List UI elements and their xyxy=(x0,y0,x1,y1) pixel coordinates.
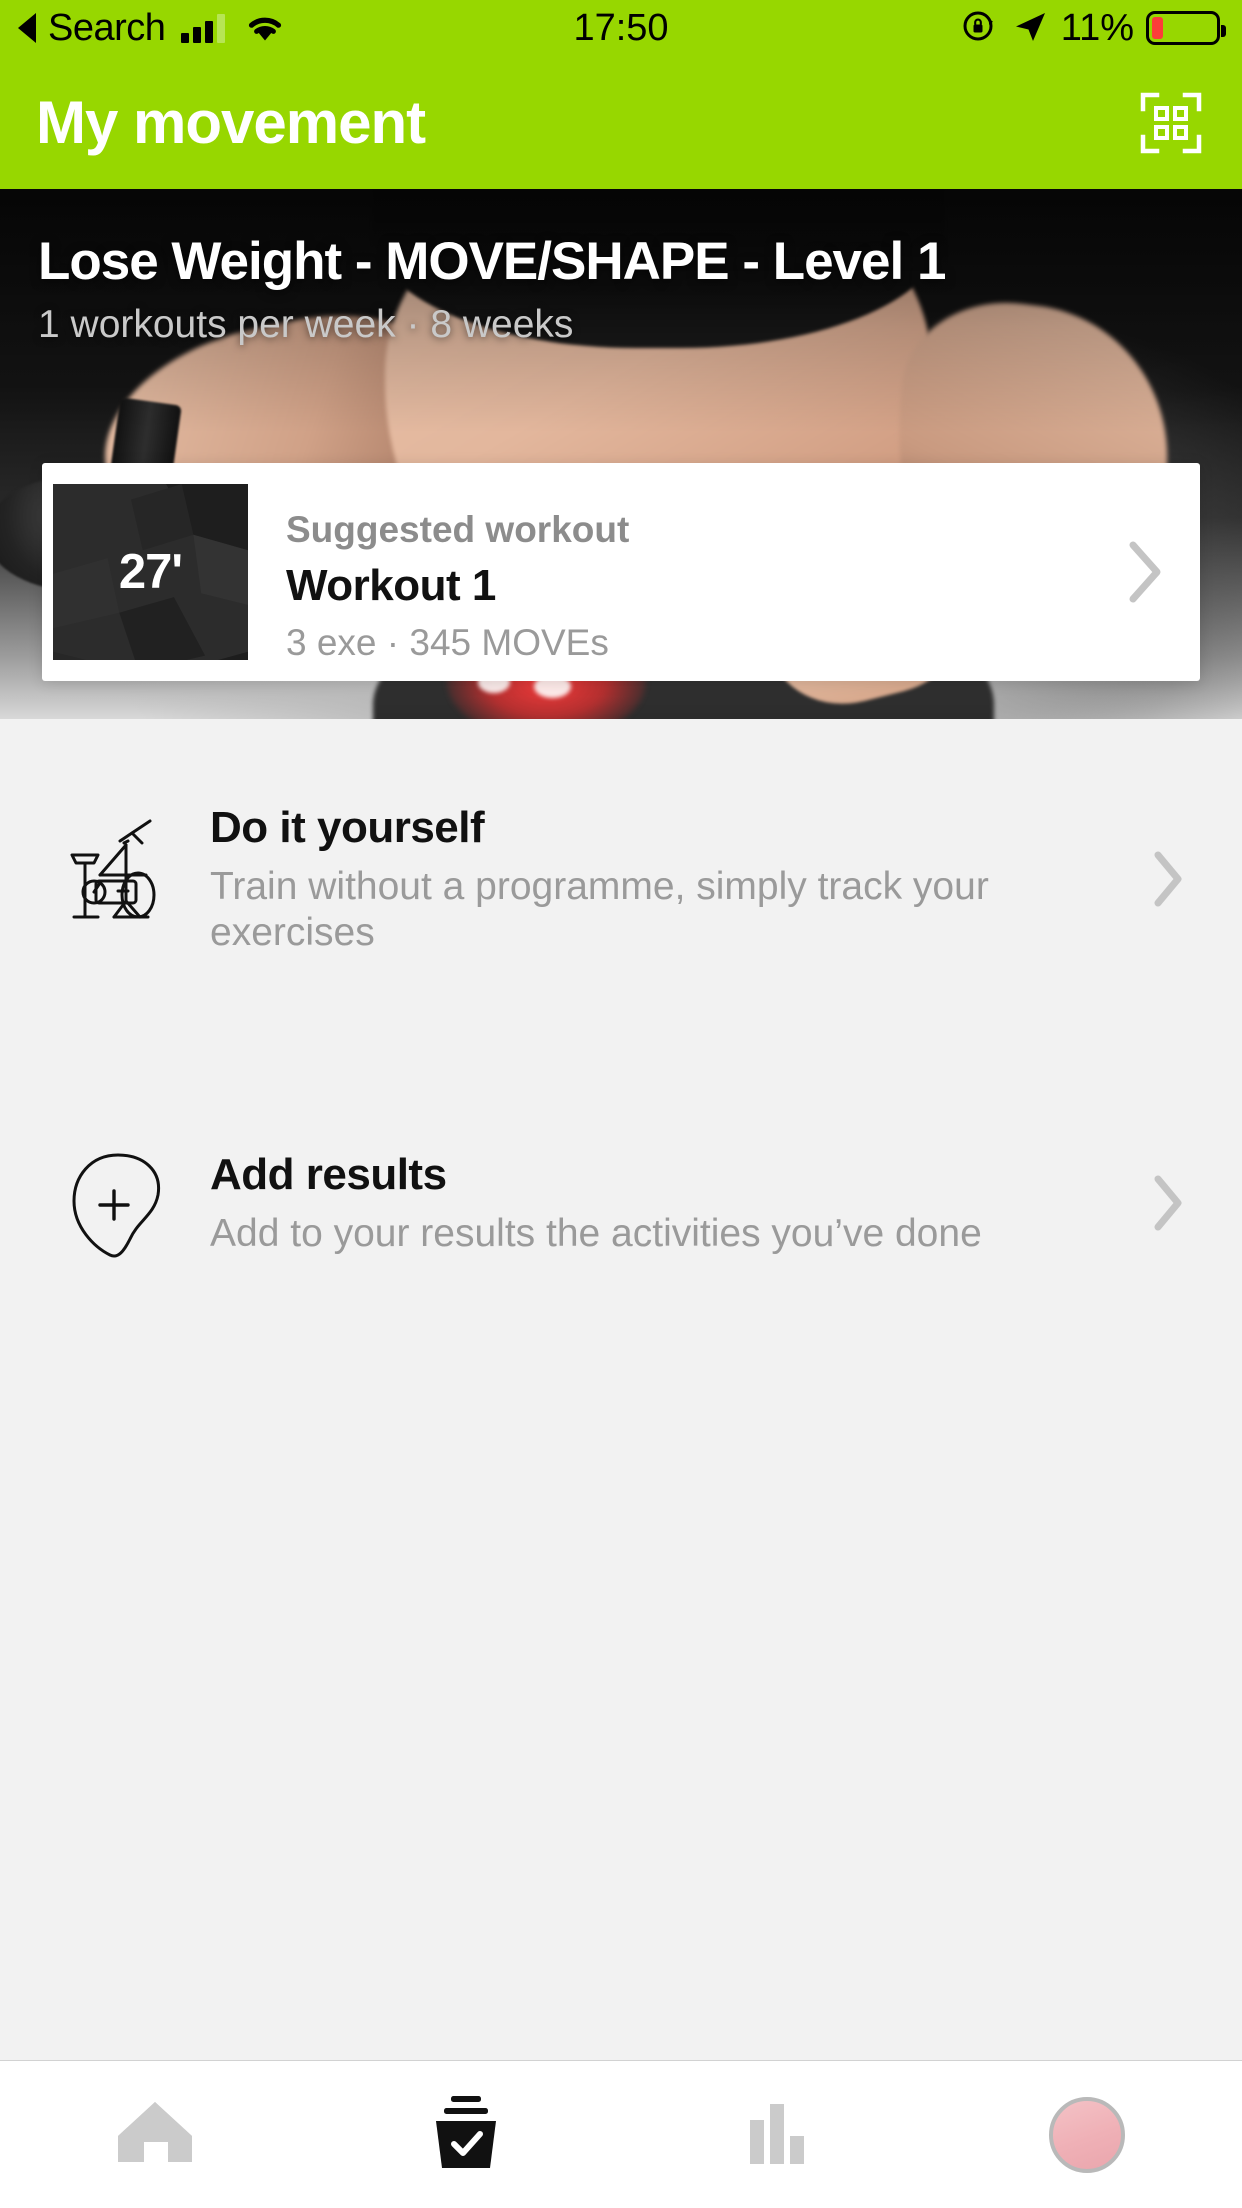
workout-thumbnail: 27' xyxy=(53,484,248,660)
bar-chart-icon xyxy=(736,2096,816,2173)
cellular-signal-icon xyxy=(181,13,226,43)
suggested-card-body: Suggested workout Workout 1 3 exe · 345 … xyxy=(248,463,1090,681)
location-arrow-icon xyxy=(1011,7,1049,50)
rotation-lock-icon xyxy=(959,6,999,51)
workout-duration: 27' xyxy=(118,545,183,599)
exercise-bike-icon xyxy=(60,819,210,939)
battery-percent-label: 11% xyxy=(1060,6,1134,49)
suggested-card-meta: 3 exe · 345 MOVEs xyxy=(286,621,609,663)
tab-workouts[interactable] xyxy=(311,2061,622,2208)
row-title: Do it yourself xyxy=(210,803,485,853)
action-rows: Do it yourself Train without a programme… xyxy=(0,779,1242,1303)
row-add-results[interactable]: Add results Add to your results the acti… xyxy=(0,1103,1242,1303)
bottom-tab-bar xyxy=(0,2060,1242,2208)
content-area: 27' Suggested workout Workout 1 3 exe · … xyxy=(0,463,1242,2060)
chevron-right-icon[interactable] xyxy=(1090,463,1200,681)
tab-statistics[interactable] xyxy=(621,2061,932,2208)
add-pin-icon xyxy=(60,1143,210,1263)
suggested-workout-card[interactable]: 27' Suggested workout Workout 1 3 exe · … xyxy=(42,463,1200,681)
status-bar-left: Search xyxy=(18,9,285,47)
suggested-card-kicker: Suggested workout xyxy=(286,509,630,551)
row-title: Add results xyxy=(210,1150,447,1200)
workout-basket-check-icon xyxy=(424,2092,508,2177)
qr-scan-icon[interactable] xyxy=(1140,92,1202,154)
app-screen: Search 17:50 11% My movement Lose Weight… xyxy=(0,0,1242,2208)
back-triangle-icon[interactable] xyxy=(18,13,36,43)
chevron-right-icon[interactable] xyxy=(1138,1173,1198,1233)
tab-profile[interactable] xyxy=(932,2061,1242,2208)
row-do-it-yourself[interactable]: Do it yourself Train without a programme… xyxy=(0,779,1242,979)
chevron-right-icon[interactable] xyxy=(1138,849,1198,909)
hero-text-block: Lose Weight - MOVE/SHAPE - Level 1 1 wor… xyxy=(38,232,1152,347)
row-description: Add to your results the activities you’v… xyxy=(210,1211,982,1255)
suggested-card-title: Workout 1 xyxy=(286,560,496,610)
row-description: Train without a programme, simply track … xyxy=(210,864,989,954)
profile-avatar-icon xyxy=(1048,2096,1125,2173)
hero-subtitle: 1 workouts per week · 8 weeks xyxy=(38,303,574,347)
row-text-block: Do it yourself Train without a programme… xyxy=(210,802,1138,956)
battery-low-icon xyxy=(1146,11,1226,45)
row-text-block: Add results Add to your results the acti… xyxy=(210,1149,1138,1257)
page-title: My movement xyxy=(36,88,426,156)
app-header: My movement xyxy=(0,56,1242,189)
wifi-icon xyxy=(245,12,285,44)
status-bar-right: 11% xyxy=(959,6,1226,51)
tab-home[interactable] xyxy=(0,2061,311,2208)
status-bar-back-label[interactable]: Search xyxy=(48,9,166,47)
home-icon xyxy=(114,2096,196,2173)
hero-title: Lose Weight - MOVE/SHAPE - Level 1 xyxy=(38,232,946,291)
status-bar: Search 17:50 11% xyxy=(0,0,1242,56)
